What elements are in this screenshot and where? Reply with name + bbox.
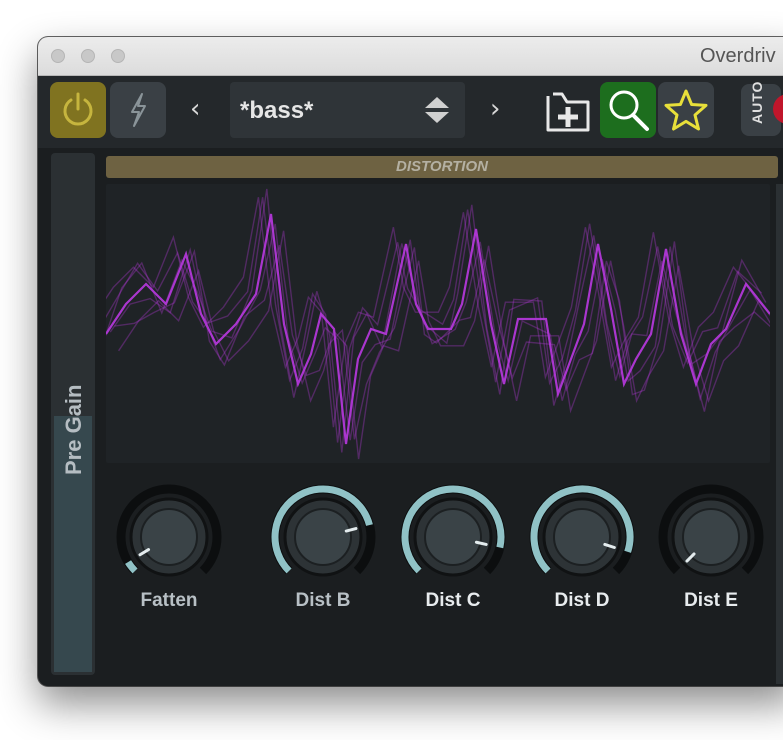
previous-preset-button[interactable]: ‹ [190, 94, 200, 124]
new-preset-button[interactable] [540, 82, 596, 138]
pre-gain-slider[interactable]: Pre Gain [51, 153, 95, 675]
knob-cap [553, 508, 611, 566]
zoom-window-button[interactable] [111, 49, 125, 63]
toolbar: ‹ *bass* › AUTO [38, 76, 783, 148]
knob-dist-e[interactable]: Dist E [656, 484, 766, 611]
next-preset-button[interactable]: › [490, 94, 500, 124]
knob-dist-c[interactable]: Dist C [398, 484, 508, 611]
knob-dial [400, 484, 506, 577]
close-window-button[interactable] [51, 49, 65, 63]
search-icon [609, 90, 649, 131]
knob-dial [116, 484, 222, 577]
knob-dist-b[interactable]: Dist B [268, 484, 378, 611]
up-down-icon [425, 97, 449, 123]
knob-cap [140, 508, 198, 566]
title-bar: Overdriv [38, 37, 783, 76]
knob-dial [658, 484, 764, 577]
favorite-button[interactable] [658, 82, 714, 138]
preset-name: *bass* [240, 97, 314, 124]
knob-dist-d[interactable]: Dist D [527, 484, 637, 611]
star-icon [664, 89, 708, 131]
knob-label: Dist D [554, 590, 610, 611]
knob-cap [294, 508, 352, 566]
minimize-window-button[interactable] [81, 49, 95, 63]
knob-pointer [474, 540, 488, 546]
power-icon [63, 92, 93, 126]
right-panel-edge [776, 184, 783, 684]
plugin-window: Overdriv ‹ *bass* › AUTO Pre Gain DISTOR… [38, 37, 783, 686]
pre-gain-label: Pre Gain [61, 384, 86, 475]
window-title: Overdriv [700, 45, 776, 67]
knob-label: Dist C [425, 590, 481, 611]
knob-cap [424, 508, 482, 566]
bypass-button[interactable] [110, 82, 166, 138]
auto-label: AUTO [749, 80, 765, 124]
knob-label: Dist B [295, 590, 351, 611]
knob-dial [529, 484, 635, 577]
knob-label: Fatten [140, 590, 198, 611]
waveform-display [106, 184, 770, 463]
distortion-header: DISTORTION [106, 156, 778, 178]
knob-dial [270, 484, 376, 577]
power-button[interactable] [50, 82, 106, 138]
search-button[interactable] [600, 82, 656, 138]
preset-selector[interactable]: *bass* [230, 82, 465, 138]
new-folder-icon [546, 92, 590, 132]
lightning-icon [131, 93, 146, 127]
knob-label: Dist E [684, 590, 738, 611]
knob-fatten[interactable]: Fatten [114, 484, 224, 611]
